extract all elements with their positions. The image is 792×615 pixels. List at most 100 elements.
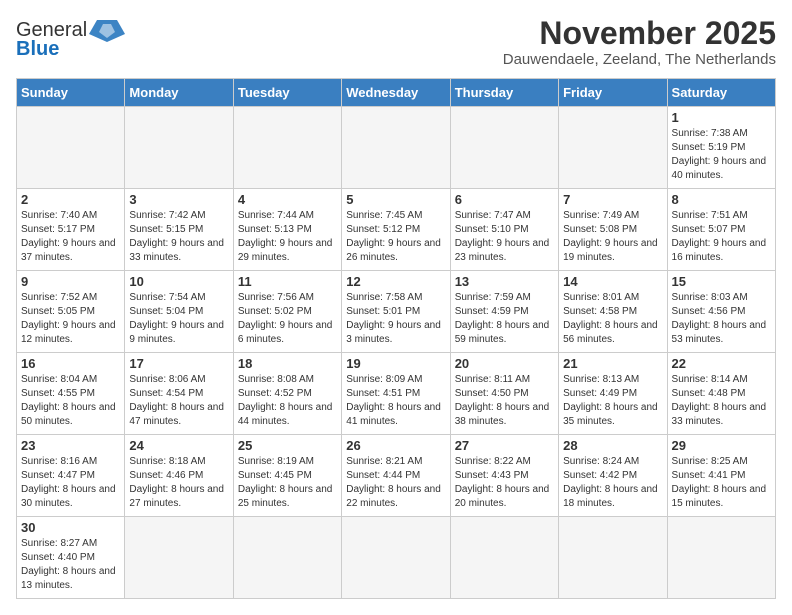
day-info: Sunrise: 7:54 AM Sunset: 5:04 PM Dayligh… (129, 291, 228, 347)
day-info: Sunrise: 7:51 AM Sunset: 5:07 PM Dayligh… (672, 209, 771, 265)
logo-blue: Blue (16, 38, 59, 61)
day-number: 30 (21, 520, 120, 535)
calendar-cell (125, 107, 233, 189)
calendar-cell: 30 Sunrise: 8:27 AM Sunset: 4:40 PM Dayli… (17, 517, 125, 599)
day-number: 6 (455, 192, 554, 207)
calendar-cell (450, 517, 558, 599)
week-row-0: 1 Sunrise: 7:38 AM Sunset: 5:19 PM Daylig… (17, 107, 776, 189)
weekday-header-thursday: Thursday (450, 79, 558, 107)
calendar-cell: 22Sunrise: 8:14 AM Sunset: 4:48 PM Dayli… (667, 353, 775, 435)
calendar-cell: 6 Sunrise: 7:47 AM Sunset: 5:10 PM Daylig… (450, 189, 558, 271)
calendar-cell: 20 Sunrise: 8:11 AM Sunset: 4:50 PM Dayli… (450, 353, 558, 435)
day-info: Sunrise: 7:45 AM Sunset: 5:12 PM Dayligh… (346, 209, 445, 265)
day-info: Sunrise: 8:27 AM Sunset: 4:40 PM Dayligh… (21, 537, 120, 593)
day-info: Sunrise: 8:16 AM Sunset: 4:47 PM Dayligh… (21, 455, 120, 511)
calendar-cell: 29 Sunrise: 8:25 AM Sunset: 4:41 PM Dayli… (667, 435, 775, 517)
day-number: 7 (563, 192, 662, 207)
day-number: 8 (672, 192, 771, 207)
day-number: 18 (238, 356, 337, 371)
title-block: November 2025 Dauwendaele, Zeeland, The … (503, 16, 776, 68)
day-number: 17 (129, 356, 228, 371)
calendar-cell: 25Sunrise: 8:19 AM Sunset: 4:45 PM Dayli… (233, 435, 341, 517)
calendar-table: SundayMondayTuesdayWednesdayThursdayFrid… (16, 78, 776, 599)
day-info: Sunrise: 8:22 AM Sunset: 4:43 PM Dayligh… (455, 455, 554, 511)
calendar-cell: 19Sunrise: 8:09 AM Sunset: 4:51 PM Dayli… (342, 353, 450, 435)
calendar-cell: 13 Sunrise: 7:59 AM Sunset: 4:59 PM Dayli… (450, 271, 558, 353)
calendar-cell: 21Sunrise: 8:13 AM Sunset: 4:49 PM Dayli… (559, 353, 667, 435)
day-info: Sunrise: 8:11 AM Sunset: 4:50 PM Dayligh… (455, 373, 554, 429)
calendar-cell: 16 Sunrise: 8:04 AM Sunset: 4:55 PM Dayli… (17, 353, 125, 435)
day-number: 1 (672, 110, 771, 125)
week-row-4: 23 Sunrise: 8:16 AM Sunset: 4:47 PM Dayli… (17, 435, 776, 517)
day-number: 24 (129, 438, 228, 453)
day-info: Sunrise: 7:56 AM Sunset: 5:02 PM Dayligh… (238, 291, 337, 347)
calendar-cell: 10 Sunrise: 7:54 AM Sunset: 5:04 PM Dayli… (125, 271, 233, 353)
weekday-header-sunday: Sunday (17, 79, 125, 107)
weekday-header-saturday: Saturday (667, 79, 775, 107)
day-number: 3 (129, 192, 228, 207)
page-subtitle: Dauwendaele, Zeeland, The Netherlands (503, 51, 776, 68)
calendar-cell: 23 Sunrise: 8:16 AM Sunset: 4:47 PM Dayli… (17, 435, 125, 517)
day-number: 28 (563, 438, 662, 453)
calendar-cell: 12 Sunrise: 7:58 AM Sunset: 5:01 PM Dayli… (342, 271, 450, 353)
calendar-cell: 7Sunrise: 7:49 AM Sunset: 5:08 PM Daylig… (559, 189, 667, 271)
day-number: 4 (238, 192, 337, 207)
day-info: Sunrise: 8:18 AM Sunset: 4:46 PM Dayligh… (129, 455, 228, 511)
weekday-header-wednesday: Wednesday (342, 79, 450, 107)
day-number: 12 (346, 274, 445, 289)
calendar-cell: 1 Sunrise: 7:38 AM Sunset: 5:19 PM Daylig… (667, 107, 775, 189)
day-number: 23 (21, 438, 120, 453)
weekday-header-row: SundayMondayTuesdayWednesdayThursdayFrid… (17, 79, 776, 107)
week-row-1: 2 Sunrise: 7:40 AM Sunset: 5:17 PM Daylig… (17, 189, 776, 271)
week-row-5: 30 Sunrise: 8:27 AM Sunset: 4:40 PM Dayli… (17, 517, 776, 599)
day-info: Sunrise: 8:01 AM Sunset: 4:58 PM Dayligh… (563, 291, 662, 347)
day-number: 29 (672, 438, 771, 453)
calendar-cell (450, 107, 558, 189)
day-number: 2 (21, 192, 120, 207)
calendar-cell: 2 Sunrise: 7:40 AM Sunset: 5:17 PM Daylig… (17, 189, 125, 271)
day-number: 14 (563, 274, 662, 289)
day-number: 10 (129, 274, 228, 289)
week-row-3: 16 Sunrise: 8:04 AM Sunset: 4:55 PM Dayli… (17, 353, 776, 435)
day-info: Sunrise: 8:04 AM Sunset: 4:55 PM Dayligh… (21, 373, 120, 429)
calendar-cell: 27 Sunrise: 8:22 AM Sunset: 4:43 PM Dayli… (450, 435, 558, 517)
day-number: 9 (21, 274, 120, 289)
day-number: 19 (346, 356, 445, 371)
day-info: Sunrise: 7:58 AM Sunset: 5:01 PM Dayligh… (346, 291, 445, 347)
day-number: 26 (346, 438, 445, 453)
logo-icon (87, 16, 125, 44)
calendar-cell: 26Sunrise: 8:21 AM Sunset: 4:44 PM Dayli… (342, 435, 450, 517)
calendar-cell: 9 Sunrise: 7:52 AM Sunset: 5:05 PM Daylig… (17, 271, 125, 353)
calendar-cell: 14 Sunrise: 8:01 AM Sunset: 4:58 PM Dayli… (559, 271, 667, 353)
day-number: 27 (455, 438, 554, 453)
day-number: 13 (455, 274, 554, 289)
calendar-cell: 3 Sunrise: 7:42 AM Sunset: 5:15 PM Daylig… (125, 189, 233, 271)
day-number: 16 (21, 356, 120, 371)
calendar-cell: 24 Sunrise: 8:18 AM Sunset: 4:46 PM Dayli… (125, 435, 233, 517)
week-row-2: 9 Sunrise: 7:52 AM Sunset: 5:05 PM Daylig… (17, 271, 776, 353)
day-info: Sunrise: 8:08 AM Sunset: 4:52 PM Dayligh… (238, 373, 337, 429)
day-info: Sunrise: 8:25 AM Sunset: 4:41 PM Dayligh… (672, 455, 771, 511)
calendar-cell (559, 517, 667, 599)
day-number: 20 (455, 356, 554, 371)
day-info: Sunrise: 8:24 AM Sunset: 4:42 PM Dayligh… (563, 455, 662, 511)
calendar-cell (125, 517, 233, 599)
day-info: Sunrise: 7:59 AM Sunset: 4:59 PM Dayligh… (455, 291, 554, 347)
day-number: 25 (238, 438, 337, 453)
calendar-cell: 4Sunrise: 7:44 AM Sunset: 5:13 PM Daylig… (233, 189, 341, 271)
day-info: Sunrise: 7:52 AM Sunset: 5:05 PM Dayligh… (21, 291, 120, 347)
calendar-cell: 8 Sunrise: 7:51 AM Sunset: 5:07 PM Daylig… (667, 189, 775, 271)
calendar-cell (667, 517, 775, 599)
calendar-cell (342, 517, 450, 599)
calendar-cell (17, 107, 125, 189)
calendar-cell (233, 517, 341, 599)
day-info: Sunrise: 7:38 AM Sunset: 5:19 PM Dayligh… (672, 127, 771, 183)
day-info: Sunrise: 7:42 AM Sunset: 5:15 PM Dayligh… (129, 209, 228, 265)
day-number: 21 (563, 356, 662, 371)
calendar-cell: 17Sunrise: 8:06 AM Sunset: 4:54 PM Dayli… (125, 353, 233, 435)
day-info: Sunrise: 7:47 AM Sunset: 5:10 PM Dayligh… (455, 209, 554, 265)
calendar-cell: 28 Sunrise: 8:24 AM Sunset: 4:42 PM Dayli… (559, 435, 667, 517)
day-info: Sunrise: 7:40 AM Sunset: 5:17 PM Dayligh… (21, 209, 120, 265)
weekday-header-monday: Monday (125, 79, 233, 107)
calendar-cell: 5Sunrise: 7:45 AM Sunset: 5:12 PM Daylig… (342, 189, 450, 271)
